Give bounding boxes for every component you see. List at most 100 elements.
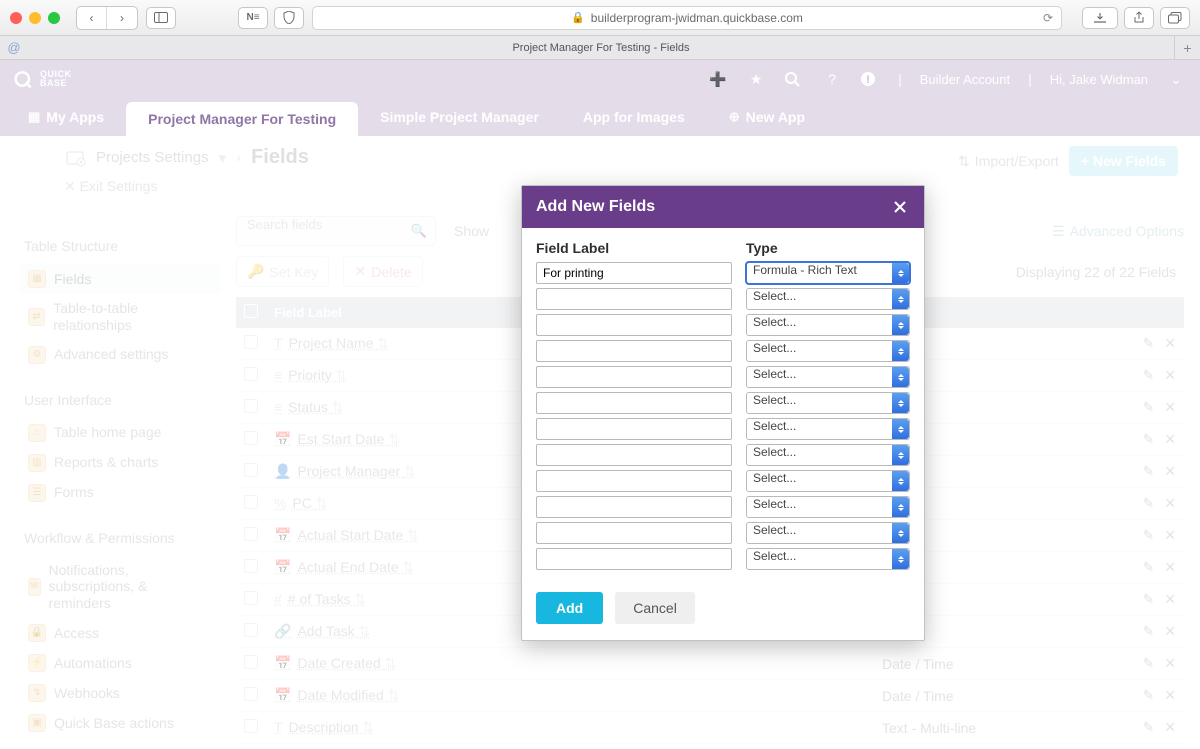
field-label-cell[interactable]: 📅Date Created ⇅ — [266, 648, 874, 680]
delete-icon[interactable]: ✕ — [1164, 591, 1176, 607]
back-button[interactable]: ‹ — [77, 7, 107, 29]
delete-icon[interactable]: ✕ — [1164, 495, 1176, 511]
tab-simple-project-manager[interactable]: Simple Project Manager — [358, 98, 561, 136]
row-checkbox[interactable] — [244, 527, 258, 541]
cancel-button[interactable]: Cancel — [615, 592, 695, 624]
tab-new-app[interactable]: ⊕ New App — [707, 98, 827, 136]
sidebar-item-qbactions[interactable]: ▣Quick Base actions — [20, 708, 220, 738]
row-checkbox[interactable] — [244, 399, 258, 413]
modal-close-button[interactable] — [890, 197, 910, 217]
field-type-select[interactable]: Select... — [746, 340, 910, 362]
edit-icon[interactable]: ✎ — [1143, 719, 1155, 735]
edit-icon[interactable]: ✎ — [1143, 431, 1155, 447]
delete-icon[interactable]: ✕ — [1164, 623, 1176, 639]
field-label-input[interactable] — [536, 262, 732, 284]
field-label-input[interactable] — [536, 340, 732, 362]
share-button[interactable] — [1124, 7, 1154, 29]
field-type-select[interactable]: Select... — [746, 314, 910, 336]
row-checkbox[interactable] — [244, 463, 258, 477]
field-label-input[interactable] — [536, 418, 732, 440]
set-key-button[interactable]: 🔑Set Key — [236, 256, 329, 287]
field-label-input[interactable] — [536, 444, 732, 466]
select-all-checkbox[interactable] — [244, 304, 258, 318]
sidebar-toggle[interactable] — [146, 7, 176, 29]
tab-project-manager-testing[interactable]: Project Manager For Testing — [126, 102, 358, 136]
field-type-select[interactable]: Select... — [746, 418, 910, 440]
edit-icon[interactable]: ✎ — [1143, 463, 1155, 479]
tabs-button[interactable] — [1160, 7, 1190, 29]
tab-title[interactable]: Project Manager For Testing - Fields — [28, 36, 1174, 59]
privacy-button[interactable] — [274, 7, 304, 29]
tab-my-apps[interactable]: ▦ My Apps — [6, 98, 126, 136]
delete-button[interactable]: ✕Delete — [343, 256, 422, 287]
add-button[interactable]: Add — [536, 592, 603, 624]
download-button[interactable] — [1082, 7, 1118, 29]
field-label-input[interactable] — [536, 548, 732, 570]
delete-icon[interactable]: ✕ — [1164, 335, 1176, 351]
row-checkbox[interactable] — [244, 655, 258, 669]
forward-button[interactable]: › — [107, 7, 137, 29]
edit-icon[interactable]: ✎ — [1143, 335, 1155, 351]
edit-icon[interactable]: ✎ — [1143, 527, 1155, 543]
help-icon[interactable]: ? — [822, 71, 842, 87]
search-icon[interactable] — [784, 71, 804, 87]
field-label-input[interactable] — [536, 314, 732, 336]
reload-icon[interactable]: ⟳ — [1043, 11, 1053, 25]
sidebar-item-relationships[interactable]: ⇄Table-to-table relationships — [20, 294, 220, 340]
builder-account-link[interactable]: Builder Account — [920, 72, 1010, 87]
edit-icon[interactable]: ✎ — [1143, 591, 1155, 607]
add-icon[interactable]: ➕ — [708, 71, 728, 88]
row-checkbox[interactable] — [244, 335, 258, 349]
search-input[interactable]: Search fields 🔍 — [236, 216, 436, 246]
field-label-input[interactable] — [536, 470, 732, 492]
new-tab-button[interactable]: + — [1174, 36, 1200, 59]
sidebar-item-notifications[interactable]: ✉Notifications, subscriptions, & reminde… — [20, 556, 220, 618]
delete-icon[interactable]: ✕ — [1164, 559, 1176, 575]
favorite-icon[interactable]: ★ — [746, 71, 766, 88]
edit-icon[interactable]: ✎ — [1143, 655, 1155, 671]
address-bar[interactable]: 🔒 builderprogram-jwidman.quickbase.com ⟳ — [312, 6, 1062, 30]
table-row[interactable]: 📅Date Created ⇅Date / Time✎✕ — [236, 648, 1184, 680]
row-checkbox[interactable] — [244, 559, 258, 573]
field-label-input[interactable] — [536, 288, 732, 310]
alert-icon[interactable]: ! — [860, 71, 880, 87]
delete-icon[interactable]: ✕ — [1164, 527, 1176, 543]
table-row[interactable]: 📅Date Modified ⇅Date / Time✎✕ — [236, 680, 1184, 712]
field-label-input[interactable] — [536, 366, 732, 388]
sidebar-item-automations[interactable]: ⚡Automations — [20, 648, 220, 678]
quickbase-logo[interactable]: QUICKBASE — [14, 69, 72, 89]
row-checkbox[interactable] — [244, 719, 258, 733]
close-window[interactable] — [10, 12, 22, 24]
user-greeting[interactable]: Hi, Jake Widman — [1050, 72, 1148, 87]
row-checkbox[interactable] — [244, 591, 258, 605]
field-label-input[interactable] — [536, 522, 732, 544]
sidebar-item-fields[interactable]: ▦Fields — [20, 264, 220, 294]
edit-icon[interactable]: ✎ — [1143, 495, 1155, 511]
minimize-window[interactable] — [29, 12, 41, 24]
edit-icon[interactable]: ✎ — [1143, 367, 1155, 383]
field-type-select[interactable]: Formula - Rich Text — [746, 262, 910, 284]
field-label-cell[interactable]: TDescription ⇅ — [266, 712, 874, 744]
field-type-select[interactable]: Select... — [746, 496, 910, 518]
field-type-select[interactable]: Select... — [746, 522, 910, 544]
field-type-select[interactable]: Select... — [746, 548, 910, 570]
sidebar-item-forms[interactable]: ☰Forms — [20, 478, 220, 508]
delete-icon[interactable]: ✕ — [1164, 655, 1176, 671]
field-type-select[interactable]: Select... — [746, 288, 910, 310]
edit-icon[interactable]: ✎ — [1143, 687, 1155, 703]
delete-icon[interactable]: ✕ — [1164, 687, 1176, 703]
tab-app-for-images[interactable]: App for Images — [561, 98, 707, 136]
row-checkbox[interactable] — [244, 623, 258, 637]
sidebar-item-webhooks[interactable]: ↯Webhooks — [20, 678, 220, 708]
sidebar-item-advanced[interactable]: ⚙Advanced settings — [20, 340, 220, 370]
delete-icon[interactable]: ✕ — [1164, 719, 1176, 735]
attachment-icon[interactable]: @ — [0, 36, 28, 59]
field-label-input[interactable] — [536, 392, 732, 414]
field-type-select[interactable]: Select... — [746, 470, 910, 492]
field-label-cell[interactable]: 📅Date Modified ⇅ — [266, 680, 874, 712]
row-checkbox[interactable] — [244, 495, 258, 509]
sidebar-item-homepage[interactable]: ⌂Table home page — [20, 418, 220, 448]
row-checkbox[interactable] — [244, 367, 258, 381]
zoom-window[interactable] — [48, 12, 60, 24]
field-type-select[interactable]: Select... — [746, 366, 910, 388]
